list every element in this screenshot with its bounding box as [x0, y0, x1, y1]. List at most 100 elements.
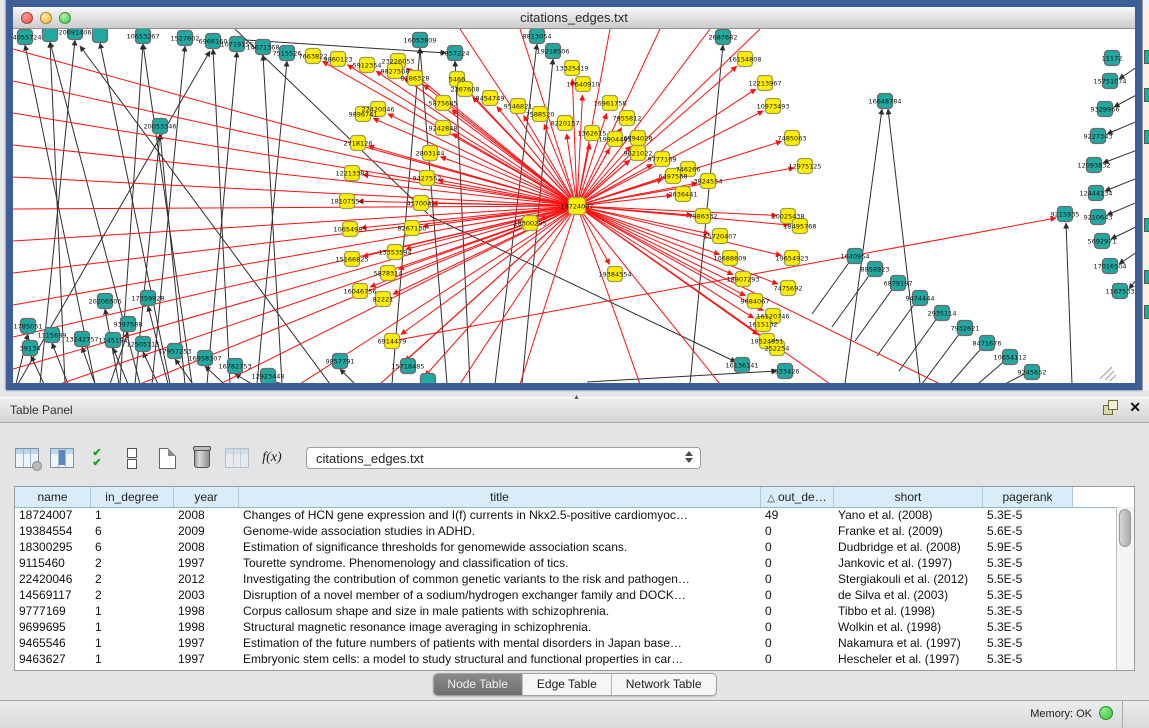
table-cell[interactable]: 5.3E-5: [983, 619, 1073, 635]
table-cell[interactable]: 18724007: [15, 507, 91, 523]
table-cell[interactable]: 1997: [174, 635, 239, 651]
table-cell[interactable]: 0: [761, 635, 834, 651]
table-cell[interactable]: 5.9E-5: [983, 539, 1073, 555]
table-cell[interactable]: Changes of HCN gene expression and I(f) …: [239, 507, 761, 523]
column-header-in_degree[interactable]: in_degree: [91, 487, 174, 507]
graph-edge[interactable]: [855, 284, 896, 341]
graph-edge[interactable]: [406, 206, 577, 249]
table-cell[interactable]: 5.3E-5: [983, 587, 1073, 603]
select-all-rows-icon[interactable]: ✔✔: [84, 445, 110, 471]
table-row[interactable]: 911546021997Tourette syndrome. Phenomeno…: [15, 555, 1117, 571]
graph-edge[interactable]: [587, 371, 777, 382]
table-panel-header[interactable]: ▴ Table Panel ✕: [0, 397, 1149, 423]
table-cell[interactable]: Wolkin et al. (1998): [834, 619, 983, 635]
graph-edge[interactable]: [401, 206, 577, 335]
graph-edge[interactable]: [13, 206, 577, 209]
table-mode-icon[interactable]: [14, 445, 40, 471]
graph-node[interactable]: [421, 374, 436, 384]
table-cell[interactable]: 1997: [174, 555, 239, 571]
graph-edge[interactable]: [1100, 367, 1112, 379]
delete-column-icon[interactable]: [189, 445, 215, 471]
table-cell[interactable]: 9463627: [15, 651, 91, 667]
table-cell[interactable]: 1998: [174, 603, 239, 619]
table-cell[interactable]: 2009: [174, 523, 239, 539]
column-header-out_de[interactable]: △out_de…: [761, 487, 834, 507]
table-cell[interactable]: Hescheler et al. (1997): [834, 651, 983, 667]
table-cell[interactable]: Embryonic stem cells: a model to study s…: [239, 651, 761, 667]
table-cell[interactable]: 14569117: [15, 587, 91, 603]
table-row[interactable]: 1938455462009Genome-wide association stu…: [15, 523, 1117, 539]
graph-edge[interactable]: [1110, 375, 1116, 381]
table-cell[interactable]: 5.5E-5: [983, 571, 1073, 587]
table-cell[interactable]: 6: [91, 539, 174, 555]
table-cell[interactable]: Tourette syndrome. Phenomenology and cla…: [239, 555, 761, 571]
table-cell[interactable]: Estimation of the future numbers of pati…: [239, 635, 761, 651]
table-cell[interactable]: Nakamura et al. (1997): [834, 635, 983, 651]
column-header-year[interactable]: year: [174, 487, 239, 507]
graph-node[interactable]: [93, 29, 108, 43]
table-row[interactable]: 977716911998Corpus callosum shape and si…: [15, 603, 1117, 619]
table-row[interactable]: 946554611997Estimation of the future num…: [15, 635, 1117, 651]
table-cell[interactable]: Stergiakouli et al. (2012): [834, 571, 983, 587]
table-cell[interactable]: 1: [91, 603, 174, 619]
graph-edge[interactable]: [453, 134, 577, 206]
table-row[interactable]: 1456911722003Disruption of a novel membe…: [15, 587, 1117, 603]
table-cell[interactable]: 5.3E-5: [983, 651, 1073, 667]
table-cell[interactable]: 9465546: [15, 635, 91, 651]
table-cell[interactable]: 1: [91, 635, 174, 651]
new-column-icon[interactable]: [154, 445, 180, 471]
table-cell[interactable]: 0: [761, 587, 834, 603]
table-cell[interactable]: 5.6E-5: [983, 523, 1073, 539]
graph-edge[interactable]: [143, 352, 158, 383]
graph-edge[interactable]: [405, 206, 577, 361]
column-header-title[interactable]: title: [239, 487, 761, 507]
table-cell[interactable]: 0: [761, 555, 834, 571]
table-cell[interactable]: 9699695: [15, 619, 91, 635]
graph-edge[interactable]: [340, 369, 355, 383]
graph-node[interactable]: [43, 29, 58, 42]
table-cell[interactable]: 22420046: [15, 571, 91, 587]
table-cell[interactable]: 2: [91, 571, 174, 587]
table-cell[interactable]: 1: [91, 651, 174, 667]
table-cell[interactable]: 9777169: [15, 603, 91, 619]
function-builder-icon[interactable]: f(x): [259, 445, 285, 471]
table-select-dropdown[interactable]: citations_edges.txt: [306, 447, 701, 469]
graph-edge[interactable]: [13, 49, 577, 206]
float-panel-icon[interactable]: [1103, 400, 1117, 414]
table-cell[interactable]: 0: [761, 523, 834, 539]
table-cell[interactable]: 5.3E-5: [983, 603, 1073, 619]
table-row[interactable]: 1830029562008Estimation of significance …: [15, 539, 1117, 555]
table-cell[interactable]: 19384554: [15, 523, 91, 539]
table-cell[interactable]: Genome-wide association studies in ADHD.: [239, 523, 761, 539]
graph-edge[interactable]: [460, 206, 577, 383]
table-row[interactable]: 946362711997Embryonic stem cells: a mode…: [15, 651, 1117, 667]
table-cell[interactable]: 2003: [174, 587, 239, 603]
table-cell[interactable]: Tibbo et al. (1998): [834, 603, 983, 619]
graph-edge[interactable]: [950, 344, 985, 383]
tab-network-table[interactable]: Network Table: [612, 674, 716, 695]
column-header-name[interactable]: name: [15, 487, 91, 507]
graph-edge[interactable]: [520, 206, 577, 383]
graph-edge[interactable]: [877, 299, 918, 356]
memory-ok-indicator[interactable]: [1099, 706, 1113, 720]
table-cell[interactable]: 1: [91, 619, 174, 635]
table-cell[interactable]: Disruption of a novel member of a sodium…: [239, 587, 761, 603]
table-row[interactable]: 2242004622012Investigating the contribut…: [15, 571, 1117, 587]
table-cell[interactable]: 5.3E-5: [983, 507, 1073, 523]
table-cell[interactable]: Corpus callosum shape and size in male p…: [239, 603, 761, 619]
graph-edge[interactable]: [52, 343, 68, 383]
graph-edge[interactable]: [577, 206, 781, 255]
graph-edge[interactable]: [845, 109, 882, 383]
graph-edge[interactable]: [13, 113, 577, 206]
graph-edge[interactable]: [812, 257, 853, 314]
graph-edge[interactable]: [577, 206, 789, 225]
close-panel-icon[interactable]: ✕: [1129, 400, 1141, 414]
graph-edge[interactable]: [425, 206, 577, 376]
table-cell[interactable]: Structural magnetic resonance image aver…: [239, 619, 761, 635]
graph-edge[interactable]: [1066, 223, 1072, 383]
graph-edge[interactable]: [207, 52, 237, 383]
table-cell[interactable]: 0: [761, 571, 834, 587]
show-columns-icon[interactable]: [49, 445, 75, 471]
table-cell[interactable]: 1: [91, 507, 174, 523]
graph-edge[interactable]: [577, 29, 710, 206]
